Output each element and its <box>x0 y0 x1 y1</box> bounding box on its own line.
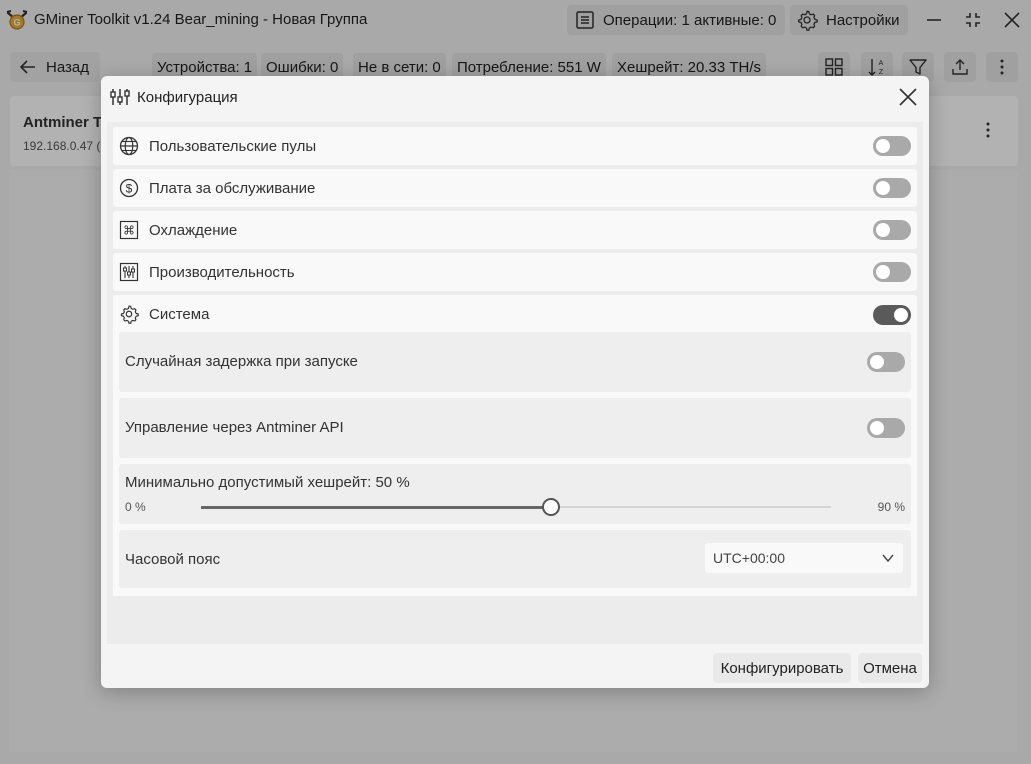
min-hashrate-row: Минимально допустимый хешрейт: 50 % 0 % … <box>119 464 911 524</box>
timezone-label: Часовой пояс <box>125 551 221 568</box>
sliders-icon <box>119 262 139 282</box>
slider-max-label: 90 % <box>877 500 905 514</box>
section-label: Охлаждение <box>149 222 238 239</box>
section-label: Система <box>149 306 210 323</box>
configure-button[interactable]: Конфигурировать <box>713 653 851 683</box>
slider-thumb[interactable] <box>542 498 560 516</box>
random-delay-row[interactable]: Случайная задержка при запуске <box>119 332 911 392</box>
section-cooling[interactable]: ⌘ Охлаждение <box>113 211 917 249</box>
timezone-select[interactable]: UTC+00:00 <box>705 543 903 573</box>
command-icon: ⌘ <box>119 220 139 240</box>
dialog-body: Пользовательские пулы $ Плата за обслужи… <box>107 122 923 644</box>
section-system[interactable]: Система <box>113 295 917 335</box>
section-custom-pools[interactable]: Пользовательские пулы <box>113 127 917 165</box>
section-label: Плата за обслуживание <box>149 180 316 197</box>
api-control-label: Управление через Antminer API <box>125 419 344 436</box>
timezone-row: Часовой пояс UTC+00:00 <box>119 530 911 588</box>
slider-fill <box>201 505 551 509</box>
system-settings-panel: Случайная задержка при запуске Управлени… <box>113 332 917 596</box>
section-label: Производительность <box>149 264 295 281</box>
timezone-value: UTC+00:00 <box>713 550 785 566</box>
section-dev-fee[interactable]: $ Плата за обслуживание <box>113 169 917 207</box>
section-performance[interactable]: Производительность <box>113 253 917 291</box>
min-hashrate-label: Минимально допустимый хешрейт: 50 % <box>125 474 410 491</box>
api-control-row[interactable]: Управление через Antminer API <box>119 398 911 458</box>
slider-min-label: 0 % <box>125 500 146 514</box>
api-control-toggle[interactable] <box>867 418 905 438</box>
custom-pools-toggle[interactable] <box>873 136 911 156</box>
random-delay-label: Случайная задержка при запуске <box>125 353 358 370</box>
globe-icon <box>119 136 139 156</box>
svg-text:⌘: ⌘ <box>123 224 135 238</box>
cancel-button[interactable]: Отмена <box>858 653 922 683</box>
performance-toggle[interactable] <box>873 262 911 282</box>
cooling-toggle[interactable] <box>873 220 911 240</box>
sliders-icon <box>110 89 130 105</box>
random-delay-toggle[interactable] <box>867 352 905 372</box>
configuration-dialog: Конфигурация Пользовательские пулы $ Пла… <box>101 76 929 688</box>
gear-icon <box>120 305 139 324</box>
dev-fee-toggle[interactable] <box>873 178 911 198</box>
dollar-icon: $ <box>119 178 139 198</box>
section-label: Пользовательские пулы <box>149 138 317 155</box>
svg-text:$: $ <box>126 181 133 195</box>
dialog-title: Конфигурация <box>137 89 238 106</box>
chevron-down-icon <box>882 554 894 563</box>
min-hashrate-slider[interactable] <box>201 498 831 516</box>
system-toggle[interactable] <box>873 305 911 325</box>
close-icon[interactable] <box>897 86 919 108</box>
dialog-header: Конфигурация <box>101 76 929 118</box>
